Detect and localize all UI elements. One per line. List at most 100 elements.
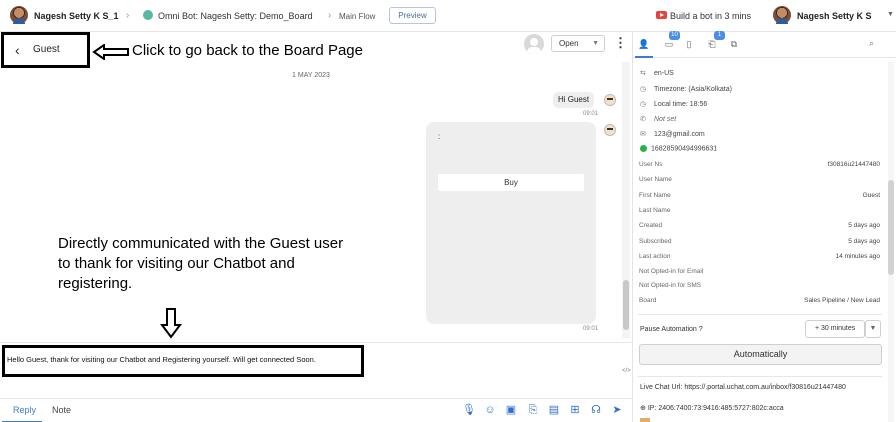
account-avatar[interactable] — [773, 6, 791, 24]
preview-button[interactable]: Preview — [389, 7, 436, 24]
notes-icon[interactable]: ▯ — [683, 38, 695, 50]
divider — [638, 314, 882, 315]
globe-icon: ⊕ — [640, 405, 646, 412]
field-value: 14 minutes ago — [835, 253, 880, 260]
field-value: 5 days ago — [848, 238, 880, 245]
ip-row: ⊕ IP: 2406:7400:73:9416:485:5727:802c:ac… — [640, 404, 784, 412]
search-icon[interactable]: ⌕ — [869, 38, 874, 49]
send-icon[interactable]: ➤ — [610, 403, 624, 417]
workspace-user-name[interactable]: Nagesh Setty K S_1 — [34, 11, 119, 21]
pause-duration-select[interactable]: + 30 minutes — [805, 320, 865, 338]
whatsapp-row[interactable]: 16828590494996631 — [640, 145, 717, 152]
annotation-back-text: Click to go back to the Board Page — [132, 42, 363, 59]
attachment-icon[interactable]: ⎘ — [526, 403, 540, 417]
email-row[interactable]: ✉ 123@gmail.com — [640, 130, 705, 138]
email-value: 123@gmail.com — [654, 131, 705, 138]
code-icon[interactable]: </> — [622, 368, 631, 374]
microphone-icon[interactable]: 🎙 — [462, 403, 476, 417]
breadcrumb-flow[interactable]: Main Flow — [339, 12, 375, 21]
ip-value: IP: 2406:7400:73:9416:485:5727:802c:acca — [647, 405, 784, 412]
help-icon[interactable]: ? — [699, 326, 703, 333]
annotation-down-arrow-icon — [160, 308, 182, 339]
field-label[interactable]: Not Opted-in for Email — [639, 268, 703, 275]
board-value[interactable]: Sales Pipeline / New Lead — [804, 297, 880, 304]
field-value[interactable]: Guest — [863, 192, 880, 199]
divider — [638, 376, 882, 377]
chevron-down-icon[interactable]: ▼ — [887, 11, 894, 18]
contact-name: Guest — [33, 44, 60, 55]
field-label: Subscribed — [639, 238, 672, 245]
youtube-icon — [656, 11, 667, 19]
email-icon: ✉ — [640, 131, 646, 138]
clock-icon: ◷ — [640, 86, 647, 93]
phone-value: Not set — [654, 116, 677, 123]
whatsapp-icon — [640, 145, 647, 152]
bot-avatar-icon — [604, 94, 616, 106]
breadcrumb-bot[interactable]: Omni Bot: Nagesh Setty: Demo_Board — [158, 11, 313, 21]
message-time: 09:01 — [583, 326, 599, 332]
panel-scrollbar[interactable] — [888, 62, 894, 422]
status-value: Open — [559, 39, 579, 48]
buy-button[interactable]: Buy — [438, 174, 584, 191]
bot-icon — [143, 10, 153, 20]
live-chat-url[interactable]: Live Chat Url: https://.portal.uchat.com… — [640, 384, 846, 391]
emoji-icon[interactable]: ☺ — [483, 403, 497, 417]
message-time: 09:01 — [583, 111, 599, 117]
clock-icon: ◷ — [640, 101, 647, 108]
tab-reply[interactable]: Reply — [13, 405, 36, 415]
phone-icon: ✆ — [640, 116, 646, 123]
back-arrow-icon[interactable]: ‹ — [15, 38, 20, 62]
timezone-value: Timezone: (Asia/Kolkata) — [654, 86, 732, 93]
build-bot-link[interactable]: Build a bot in 3 mins — [670, 11, 751, 21]
scrollbar-thumb[interactable] — [623, 280, 629, 330]
field-label: First Name — [639, 192, 671, 199]
message-bubble: Hi Guest — [553, 92, 594, 108]
scrollbar-thumb[interactable] — [888, 180, 894, 275]
card-text: : — [438, 132, 441, 141]
field-label: Board — [639, 297, 657, 304]
field-label: Last action — [639, 253, 671, 260]
annotation-left-arrow-icon — [92, 44, 129, 60]
locale-row: ⇆ en-US — [640, 69, 674, 77]
more-options-icon[interactable]: ⋮ — [614, 36, 627, 50]
support-icon[interactable]: ☊ — [589, 403, 603, 417]
back-to-board[interactable]: ‹ Guest — [1, 32, 90, 68]
bot-avatar-icon — [604, 124, 616, 136]
flag-icon — [640, 418, 650, 422]
history-icon[interactable]: ⧉ — [728, 38, 740, 50]
flow-icon[interactable]: ⊞ — [568, 403, 582, 417]
field-label[interactable]: Not Opted-in for SMS — [639, 282, 701, 289]
profile-icon[interactable]: 👤 — [638, 38, 650, 50]
pause-label-text: Pause Automation — [640, 326, 697, 333]
account-name[interactable]: Nagesh Setty K S — [797, 11, 872, 21]
contact-avatar[interactable] — [524, 34, 544, 54]
date-separator: 1 MAY 2023 — [292, 72, 330, 79]
field-label: User Name — [639, 176, 672, 183]
phone-row[interactable]: ✆ Not set — [640, 115, 676, 123]
field-label: Created — [639, 222, 663, 229]
messages-badge: 10 — [669, 31, 680, 40]
locale-value: en-US — [654, 70, 674, 77]
active-tab-indicator — [635, 56, 653, 58]
status-select[interactable]: Open ▼ — [551, 35, 605, 52]
field-value: 5 days ago — [848, 222, 880, 229]
timezone-row: ◷ Timezone: (Asia/Kolkata) — [640, 85, 732, 93]
message-card: : Buy — [426, 122, 596, 324]
chevron-down-icon: ▼ — [592, 40, 599, 47]
pause-automation-label: Pause Automation ? — [640, 326, 703, 333]
local-time-row: ◷ Local time: 18:56 — [640, 100, 707, 108]
annotation-info-text: Directly communicated with the Guest use… — [58, 235, 344, 292]
automatically-button[interactable]: Automatically — [639, 344, 882, 365]
user-avatar[interactable] — [10, 6, 28, 24]
message-input[interactable]: Hello Guest, thank for visiting our Chat… — [2, 345, 364, 377]
chat-scrollbar[interactable] — [622, 62, 630, 338]
breadcrumb-chevron-icon: › — [126, 10, 130, 21]
tab-note[interactable]: Note — [52, 405, 71, 415]
local-time-value: Local time: 18:56 — [654, 101, 708, 108]
image-icon[interactable]: ▣ — [504, 403, 518, 417]
top-bar — [0, 0, 896, 32]
file-icon[interactable]: ▤ — [547, 403, 561, 417]
chevron-down-icon[interactable]: ▼ — [865, 320, 881, 338]
translate-icon: ⇆ — [640, 70, 646, 77]
field-value: f30816u21447480 — [827, 161, 880, 168]
